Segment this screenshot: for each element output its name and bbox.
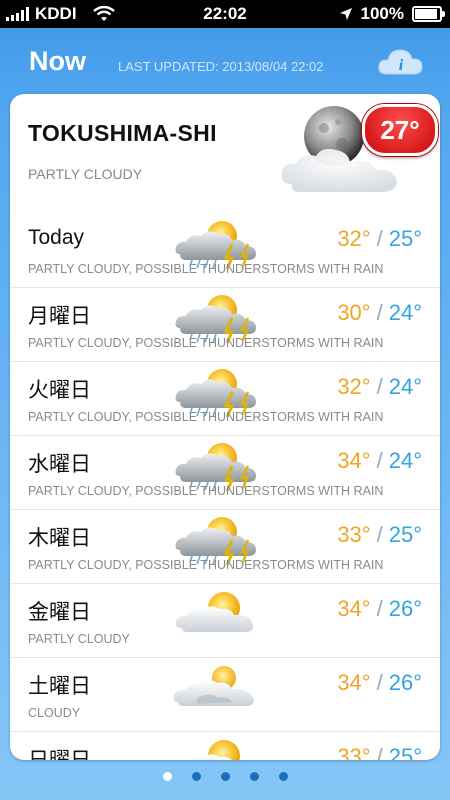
info-cloud-icon[interactable]: i	[376, 44, 424, 78]
page-indicator	[0, 772, 450, 781]
page-dot[interactable]	[249, 772, 259, 781]
forecast-temps: 34°/26°	[337, 670, 422, 695]
forecast-temps: 33°/25°	[337, 522, 422, 547]
forecast-day: 月曜日	[28, 305, 91, 328]
weather-card: TOKUSHIMA-SHI PARTLY CLOUDY 27° Today 32…	[10, 94, 440, 760]
forecast-row[interactable]: 土曜日 34°/26° CLOUDY	[10, 657, 440, 731]
forecast-row[interactable]: 水曜日 34°/24° PARTLY CLOUDY, POSSIBLE THUN…	[10, 435, 440, 509]
forecast-row[interactable]: 金曜日 34°/26° PARTLY CLOUDY	[10, 583, 440, 657]
forecast-day: 火曜日	[28, 379, 91, 402]
forecast-description: PARTLY CLOUDY	[28, 632, 130, 646]
high-temp: 33°	[337, 522, 371, 547]
header: Now LAST UPDATED: 2013/08/04 22:02 i	[0, 28, 450, 98]
forecast-temps: 34°/24°	[337, 448, 422, 473]
forecast-day: 金曜日	[28, 601, 91, 624]
forecast-row[interactable]: 日曜日 33°/25°	[10, 731, 440, 760]
current-temperature-badge: 27°	[362, 104, 438, 156]
svg-text:i: i	[399, 57, 404, 74]
battery-icon	[412, 6, 445, 22]
page-title: Now	[29, 46, 86, 76]
cloudy-icon	[170, 662, 270, 714]
low-temp: 24°	[388, 374, 422, 399]
battery-fill	[415, 9, 437, 19]
forecast-description: PARTLY CLOUDY, POSSIBLE THUNDERSTORMS WI…	[28, 410, 384, 424]
high-temp: 34°	[337, 596, 371, 621]
forecast-row[interactable]: Today 32°/25° PARTLY CLOUDY, POSSIBLE TH…	[10, 214, 440, 287]
forecast-temps: 32°/25°	[337, 226, 422, 251]
forecast-day: Today	[28, 226, 85, 249]
forecast-list: Today 32°/25° PARTLY CLOUDY, POSSIBLE TH…	[10, 214, 440, 760]
forecast-description: PARTLY CLOUDY, POSSIBLE THUNDERSTORMS WI…	[28, 558, 384, 572]
low-temp: 25°	[388, 522, 422, 547]
forecast-temps: 32°/24°	[337, 374, 422, 399]
low-temp: 24°	[388, 448, 422, 473]
current-condition: PARTLY CLOUDY	[28, 166, 143, 182]
battery-percent: 100%	[360, 4, 404, 23]
high-temp: 32°	[337, 374, 371, 399]
page-dot[interactable]	[162, 772, 172, 781]
location-arrow-icon	[339, 8, 352, 20]
forecast-description: PARTLY CLOUDY, POSSIBLE THUNDERSTORMS WI…	[28, 262, 384, 276]
forecast-description: PARTLY CLOUDY, POSSIBLE THUNDERSTORMS WI…	[28, 484, 384, 498]
forecast-day: 水曜日	[28, 453, 91, 476]
high-temp: 33°	[337, 744, 371, 760]
forecast-day: 日曜日	[28, 744, 91, 760]
forecast-row[interactable]: 木曜日 33°/25° PARTLY CLOUDY, POSSIBLE THUN…	[10, 509, 440, 583]
low-temp: 26°	[388, 670, 422, 695]
low-temp: 24°	[388, 300, 422, 325]
forecast-description: PARTLY CLOUDY, POSSIBLE THUNDERSTORMS WI…	[28, 336, 384, 350]
high-temp: 32°	[337, 226, 371, 251]
partly-cloudy-icon	[170, 588, 270, 640]
page-dot[interactable]	[191, 772, 201, 781]
high-temp: 34°	[337, 448, 371, 473]
forecast-row[interactable]: 月曜日 30°/24° PARTLY CLOUDY, POSSIBLE THUN…	[10, 287, 440, 361]
last-updated-label: LAST UPDATED: 2013/08/04 22:02	[118, 59, 324, 74]
low-temp: 25°	[388, 226, 422, 251]
high-temp: 34°	[337, 670, 371, 695]
forecast-day: 土曜日	[28, 675, 91, 698]
page-dot[interactable]	[278, 772, 288, 781]
partly-cloudy-icon	[170, 736, 270, 760]
forecast-day: 木曜日	[28, 527, 91, 550]
forecast-description: CLOUDY	[28, 706, 81, 720]
forecast-temps: 34°/26°	[337, 596, 422, 621]
forecast-row[interactable]: 火曜日 32°/24° PARTLY CLOUDY, POSSIBLE THUN…	[10, 361, 440, 435]
low-temp: 25°	[388, 744, 422, 760]
low-temp: 26°	[388, 596, 422, 621]
page-dot[interactable]	[220, 772, 230, 781]
high-temp: 30°	[337, 300, 371, 325]
forecast-temps: 30°/24°	[337, 300, 422, 325]
status-bar: KDDI 22:02 100%	[0, 0, 450, 28]
forecast-temps: 33°/25°	[337, 744, 422, 760]
city-name: TOKUSHIMA-SHI	[28, 120, 217, 146]
